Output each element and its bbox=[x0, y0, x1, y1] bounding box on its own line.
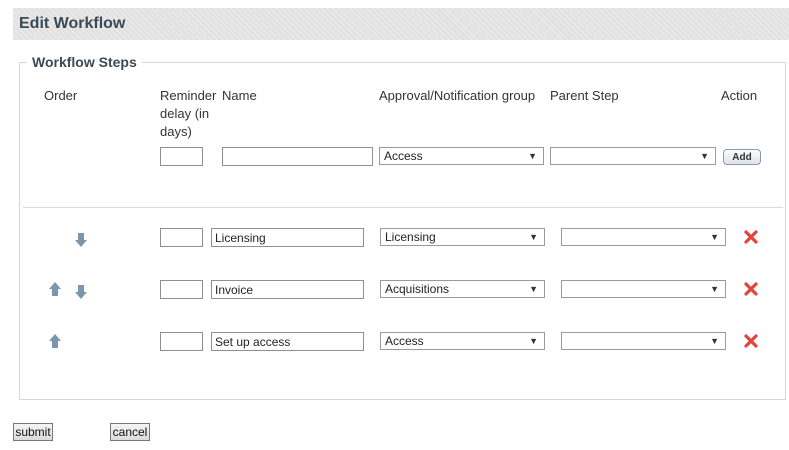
column-header-group: Approval/Notification group bbox=[379, 88, 536, 103]
step-1-reminder-input[interactable] bbox=[160, 228, 203, 247]
chevron-down-icon: ▼ bbox=[529, 284, 538, 294]
chevron-down-icon: ▼ bbox=[710, 284, 719, 294]
divider bbox=[23, 207, 783, 208]
arrow-down-icon[interactable] bbox=[74, 284, 88, 305]
page-title: Edit Workflow bbox=[19, 15, 126, 32]
arrow-down-icon[interactable] bbox=[74, 232, 88, 253]
chevron-down-icon: ▼ bbox=[529, 336, 538, 346]
chevron-down-icon: ▼ bbox=[528, 151, 537, 161]
arrow-up-icon[interactable] bbox=[48, 333, 62, 354]
delete-x-icon[interactable] bbox=[743, 281, 759, 302]
chevron-down-icon: ▼ bbox=[710, 232, 719, 242]
column-header-parent: Parent Step bbox=[550, 88, 619, 103]
step-2-name-input[interactable] bbox=[211, 280, 364, 299]
step-2-reminder-input[interactable] bbox=[160, 280, 203, 299]
arrow-up-icon[interactable] bbox=[48, 281, 62, 302]
add-step-button[interactable]: Add bbox=[723, 149, 761, 165]
step-1-parent-select[interactable]: ▼ bbox=[561, 228, 726, 246]
new-step-reminder-input[interactable] bbox=[160, 147, 203, 166]
step-3-group-value: Access bbox=[385, 334, 424, 348]
column-header-reminder: Reminder delay (in days) bbox=[160, 88, 217, 139]
step-3-reminder-input[interactable] bbox=[160, 332, 203, 351]
chevron-down-icon: ▼ bbox=[529, 232, 538, 242]
page-header: Edit Workflow bbox=[13, 8, 789, 40]
step-1-group-value: Licensing bbox=[385, 230, 436, 244]
submit-button[interactable]: submit bbox=[13, 423, 53, 441]
delete-x-icon[interactable] bbox=[743, 333, 759, 354]
new-step-group-value: Access bbox=[384, 149, 423, 163]
column-header-name: Name bbox=[222, 88, 257, 103]
step-3-group-select[interactable]: Access ▼ bbox=[380, 332, 545, 350]
step-2-group-value: Acquisitions bbox=[385, 282, 450, 296]
delete-x-icon[interactable] bbox=[743, 229, 759, 250]
step-3-parent-select[interactable]: ▼ bbox=[561, 332, 726, 350]
chevron-down-icon: ▼ bbox=[710, 336, 719, 346]
step-1-name-input[interactable] bbox=[211, 228, 364, 247]
step-2-group-select[interactable]: Acquisitions ▼ bbox=[380, 280, 545, 298]
new-step-name-input[interactable] bbox=[222, 147, 373, 166]
step-3-name-input[interactable] bbox=[211, 332, 364, 351]
column-header-action: Action bbox=[721, 88, 758, 103]
workflow-steps-legend: Workflow Steps bbox=[27, 54, 142, 70]
step-2-parent-select[interactable]: ▼ bbox=[561, 280, 726, 298]
new-step-group-select[interactable]: Access ▼ bbox=[379, 147, 544, 165]
column-header-order: Order bbox=[44, 88, 78, 103]
chevron-down-icon: ▼ bbox=[700, 151, 709, 161]
step-1-group-select[interactable]: Licensing ▼ bbox=[380, 228, 545, 246]
new-step-parent-select[interactable]: ▼ bbox=[550, 147, 716, 165]
cancel-button[interactable]: cancel bbox=[110, 423, 150, 441]
